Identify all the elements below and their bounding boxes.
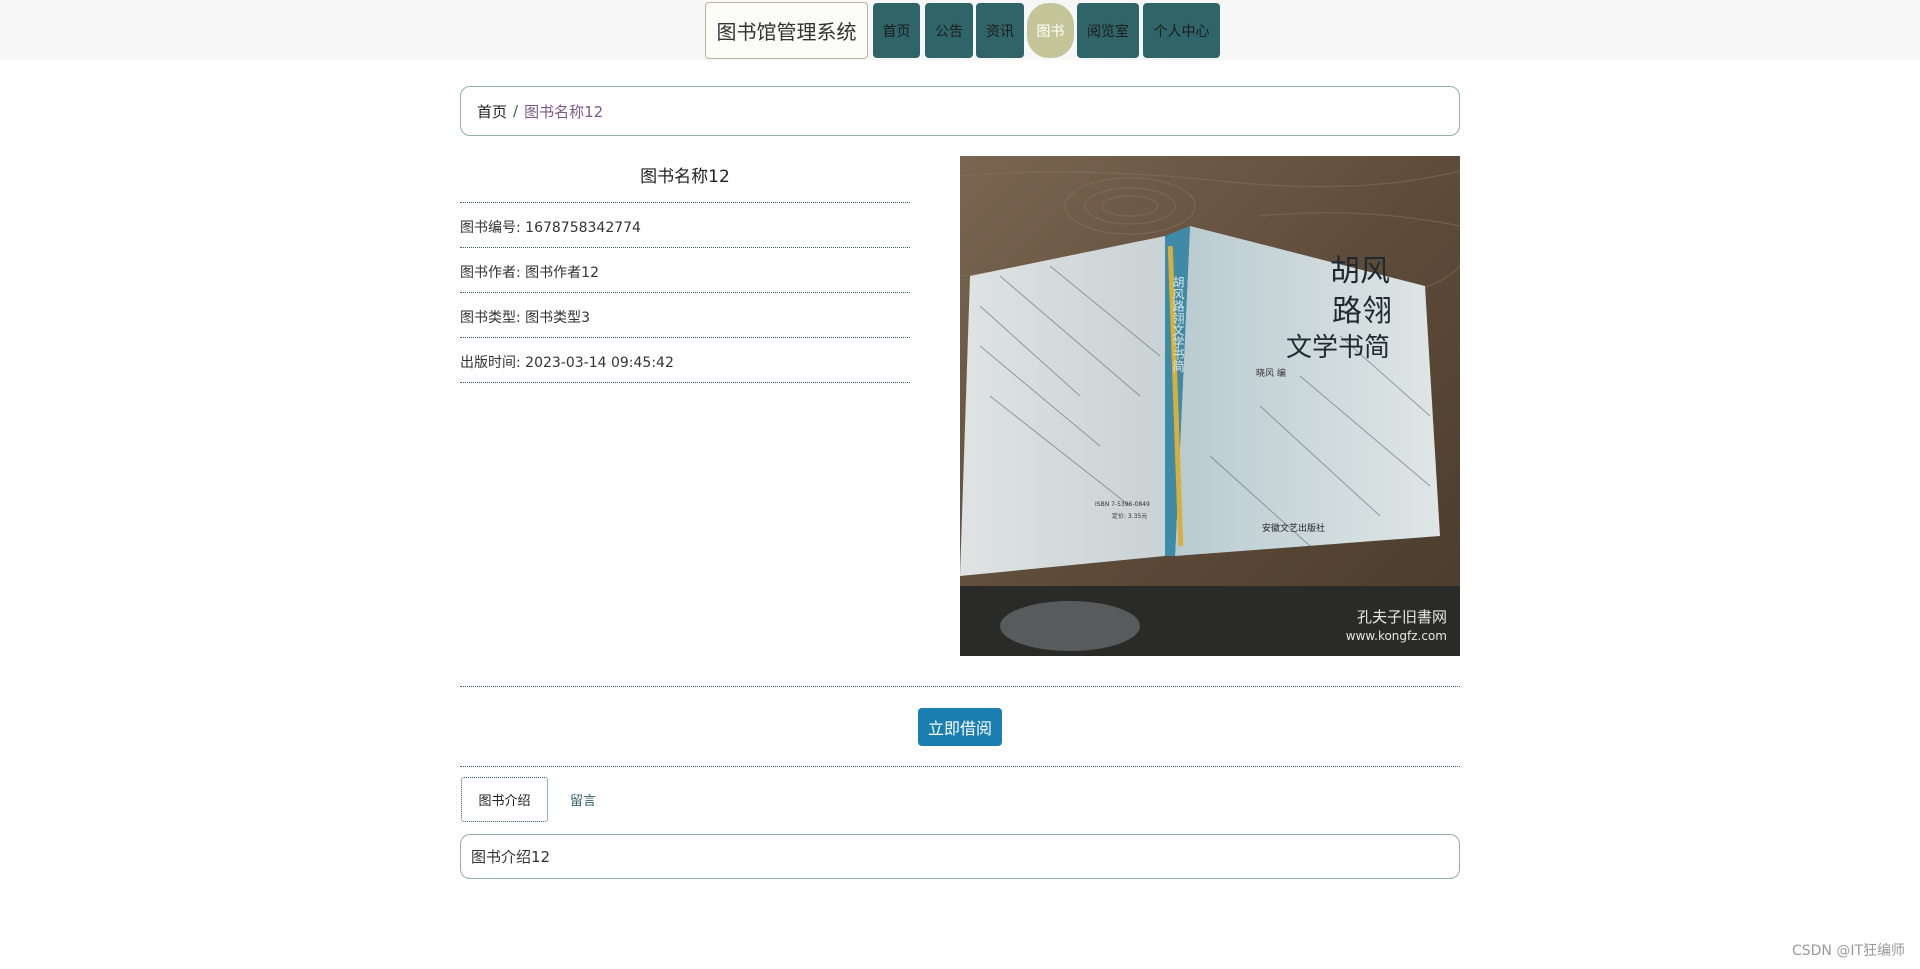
- book-type-value: 图书类型3: [525, 310, 591, 326]
- tab-comments[interactable]: 留言: [552, 777, 614, 822]
- divider: [460, 382, 910, 383]
- publish-time-row: 出版时间: 2023-03-14 09:45:42: [460, 352, 910, 372]
- csdn-watermark: CSDN @IT狂编师: [1791, 943, 1905, 959]
- cover-title-line1: 胡风: [1330, 254, 1390, 289]
- tab-book-intro[interactable]: 图书介绍: [461, 777, 548, 822]
- cover-spine-text: 胡风路翎文学书简: [1171, 276, 1185, 372]
- publish-time-value: 2023-03-14 09:45:42: [525, 355, 674, 371]
- breadcrumb-home-link[interactable]: 首页: [477, 101, 507, 122]
- book-type-row: 图书类型: 图书类型3: [460, 307, 910, 327]
- book-id-label: 图书编号:: [460, 220, 521, 236]
- cover-title-line3: 文学书简: [1286, 333, 1390, 363]
- nav-item-reading-room[interactable]: 阅览室: [1077, 3, 1139, 58]
- cover-editor: 晓风 编: [1256, 367, 1286, 379]
- divider: [460, 686, 1460, 687]
- nav-item-notices[interactable]: 公告: [925, 3, 973, 58]
- book-id-value: 1678758342774: [525, 220, 641, 236]
- book-author-row: 图书作者: 图书作者12: [460, 262, 910, 282]
- book-intro-panel: 图书介绍12: [460, 834, 1460, 879]
- book-author-value: 图书作者12: [525, 265, 599, 281]
- cover-isbn: ISBN 7-5396-0849: [1095, 501, 1150, 508]
- divider: [460, 202, 910, 203]
- nav-item-personal-center[interactable]: 个人中心: [1143, 3, 1220, 58]
- cover-price: 定价: 3.35元: [1112, 512, 1147, 520]
- breadcrumb-current: 图书名称12: [524, 102, 604, 121]
- cover-publisher: 安徽文艺出版社: [1262, 522, 1325, 534]
- publish-time-label: 出版时间:: [460, 355, 521, 371]
- divider: [460, 292, 910, 293]
- cover-watermark-cn: 孔夫子旧書网: [1357, 608, 1447, 626]
- breadcrumb: 首页 / 图书名称12: [460, 86, 1460, 136]
- book-id-row: 图书编号: 1678758342774: [460, 217, 910, 237]
- divider: [460, 337, 910, 338]
- cover-watermark-url: www.kongfz.com: [1346, 629, 1447, 643]
- site-brand[interactable]: 图书馆管理系统: [705, 2, 868, 59]
- nav-item-news[interactable]: 资讯: [976, 3, 1024, 58]
- nav-item-books[interactable]: 图书: [1027, 3, 1074, 58]
- cover-title-line2: 路翎: [1332, 294, 1392, 329]
- borrow-now-button[interactable]: 立即借阅: [918, 708, 1002, 746]
- book-cover-image: 胡风路翎文学书简 胡风 路翎 文学书简 晓风 编 安徽文艺出版社 ISBN 7-…: [960, 156, 1460, 656]
- nav-item-home[interactable]: 首页: [873, 3, 920, 58]
- book-title: 图书名称12: [640, 167, 730, 187]
- top-navbar: 图书馆管理系统 首页 公告 资讯 图书 阅览室 个人中心: [0, 0, 1920, 60]
- divider: [460, 247, 910, 248]
- book-type-label: 图书类型:: [460, 310, 521, 326]
- breadcrumb-separator: /: [513, 102, 519, 120]
- book-author-label: 图书作者:: [460, 265, 521, 281]
- book-intro-text: 图书介绍12: [471, 848, 551, 866]
- divider: [460, 766, 1460, 767]
